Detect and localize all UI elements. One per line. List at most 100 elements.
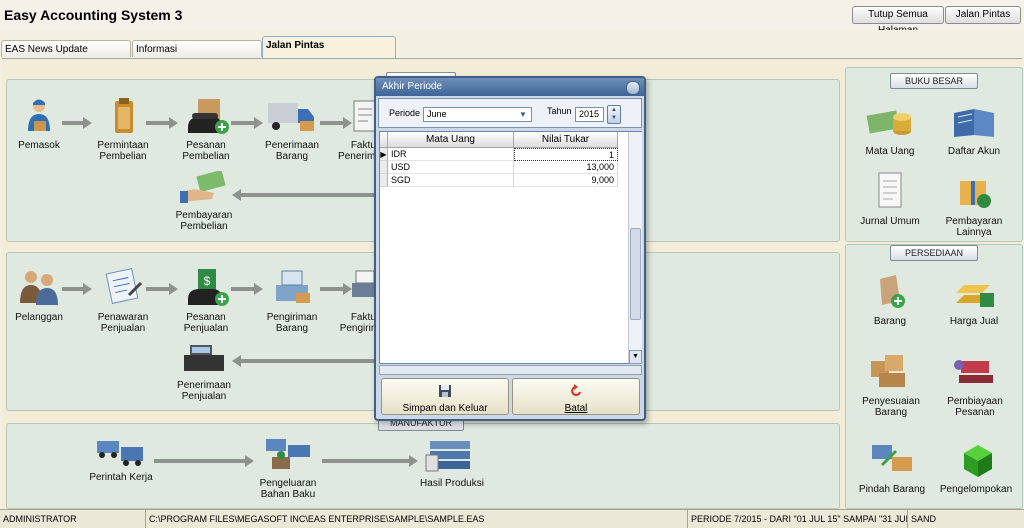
grouping-shortcut[interactable]: Pengelompokan <box>938 439 1014 495</box>
order-costing-shortcut[interactable]: Pembiayaan Pesanan <box>932 351 1018 418</box>
currency-shortcut[interactable]: Mata Uang <box>854 103 926 157</box>
grid-vertical-scrollbar[interactable]: ▼ <box>628 132 642 364</box>
status-bar: ADMINISTRATOR C:\PROGRAM FILES\MEGASOFT … <box>0 509 1024 528</box>
grid-cell-currency[interactable]: SGD <box>388 174 514 187</box>
tab-news-update[interactable]: EAS News Update <box>1 40 131 57</box>
currency-label: Mata Uang <box>865 146 915 157</box>
item-label: Barang <box>873 316 907 327</box>
dialog-close-icon[interactable] <box>626 81 640 95</box>
grid-corner <box>380 132 388 148</box>
stock-adjustment-label: Penyesuaian Barang <box>862 396 920 418</box>
close-all-pages-button[interactable]: Tutup Semua Halaman <box>852 6 944 36</box>
chevron-down-icon[interactable]: ▼ <box>517 108 529 121</box>
inventory-panel-title: PERSEDIAAN <box>890 245 978 261</box>
cancel-button[interactable]: Batal <box>512 378 640 415</box>
goods-receipt-label-2: Barang <box>275 151 309 162</box>
delivery-shortcut[interactable]: Pengiriman Barang <box>256 267 328 334</box>
shortcuts-button[interactable]: Jalan Pintas <box>945 6 1021 24</box>
production-output-shortcut[interactable]: Hasil Produksi <box>412 435 492 489</box>
item-shortcut[interactable]: Barang <box>854 271 926 327</box>
purchase-order-label-2: Pembelian <box>182 151 230 162</box>
tab-jalan-pintas[interactable]: Jalan Pintas <box>262 36 396 58</box>
grid-cell-rate[interactable]: 9,000 <box>514 174 618 187</box>
year-spinner-icon[interactable]: ▲ ▼ <box>607 105 621 124</box>
sales-order-label-2: Penjualan <box>183 323 229 334</box>
svg-text:$: $ <box>204 274 211 288</box>
dialog-title-bar[interactable]: Akhir Periode <box>376 78 644 96</box>
delivery-label-1: Pengiriman <box>266 312 318 323</box>
current-row-indicator-icon: ▶ <box>380 148 388 161</box>
save-and-exit-button[interactable]: Simpan dan Keluar <box>381 378 509 415</box>
flow-arrow <box>146 283 178 295</box>
period-select[interactable]: June ▼ <box>423 107 532 122</box>
grid-cell-rate[interactable]: 1 <box>514 148 618 161</box>
flow-arrow <box>322 455 418 467</box>
transfer-icon <box>872 445 912 471</box>
phone-money-icon: $ <box>188 269 229 306</box>
tab-informasi[interactable]: Informasi <box>132 40 262 57</box>
purchase-order-shortcut[interactable]: Pesanan Pembelian <box>173 97 239 162</box>
sales-quote-shortcut[interactable]: Penawaran Penjualan <box>88 267 158 334</box>
dialog-title: Akhir Periode <box>382 81 443 92</box>
ledger-panel-title: BUKU BESAR <box>890 73 978 89</box>
chart-of-accounts-shortcut[interactable]: Daftar Akun <box>934 103 1014 157</box>
order-costing-label: Pembiayaan Pesanan <box>947 396 1003 418</box>
green-cube-icon <box>964 445 992 477</box>
goods-receipt-shortcut[interactable]: Penerimaan Barang <box>257 97 327 162</box>
gift-payment-icon <box>960 181 991 208</box>
production-output-label: Hasil Produksi <box>420 478 484 489</box>
exchange-rate-grid: Mata Uang Nilai Tukar ▶ IDR 1 USD 13,000… <box>379 131 642 364</box>
sales-order-label-1: Pesanan <box>186 312 226 323</box>
column-header-rate[interactable]: Nilai Tukar <box>514 132 618 148</box>
save-and-exit-label: Simpan dan Keluar <box>402 403 488 414</box>
general-journal-shortcut[interactable]: Jurnal Umum <box>854 171 926 227</box>
sales-order-shortcut[interactable]: $ Pesanan Penjualan <box>173 267 239 334</box>
money-coins-icon <box>866 110 911 135</box>
purchase-payment-label-2: Pembelian <box>180 221 228 232</box>
row-header <box>380 161 388 174</box>
app-title: Easy Accounting System 3 <box>4 7 183 23</box>
general-journal-label: Jurnal Umum <box>860 216 920 227</box>
machinery-icon <box>266 439 310 469</box>
scroll-down-icon[interactable]: ▼ <box>629 350 642 364</box>
item-bag-icon <box>880 275 905 308</box>
grid-cell-currency[interactable]: IDR <box>388 148 514 161</box>
flow-arrow <box>62 283 92 295</box>
flow-arrow <box>231 117 263 129</box>
material-issue-label-2: Bahan Baku <box>260 489 316 500</box>
purchase-order-label-1: Pesanan <box>186 140 226 151</box>
material-issue-label-1: Pengeluaran <box>259 478 317 489</box>
clipboard-icon <box>115 98 133 133</box>
column-header-currency[interactable]: Mata Uang <box>388 132 514 148</box>
other-payment-label: Pembayaran Lainnya <box>945 216 1003 238</box>
scrollbar-thumb[interactable] <box>630 228 641 320</box>
item-transfer-label: Pindah Barang <box>858 484 926 495</box>
grid-cell-rate[interactable]: 13,000 <box>514 161 618 174</box>
grid-horizontal-scrollbar[interactable] <box>379 365 642 375</box>
customer-shortcut[interactable]: Pelanggan <box>6 267 72 323</box>
sales-receipt-shortcut[interactable]: Penerimaan Penjualan <box>170 341 238 402</box>
supplier-label: Pemasok <box>18 140 60 151</box>
status-file-path: C:\PROGRAM FILES\MEGASOFT INC\EAS ENTERP… <box>146 510 688 528</box>
grid-cell-currency[interactable]: USD <box>388 161 514 174</box>
work-order-shortcut[interactable]: Perintah Kerja <box>82 435 160 483</box>
year-label: Tahun <box>547 106 572 116</box>
item-transfer-shortcut[interactable]: Pindah Barang <box>854 439 930 495</box>
customers-icon <box>20 271 58 305</box>
purchase-request-shortcut[interactable]: Permintaan Pembelian <box>90 97 156 162</box>
other-payment-shortcut[interactable]: Pembayaran Lainnya <box>930 171 1018 238</box>
flow-arrow <box>146 117 178 129</box>
phone-order-icon <box>188 99 229 134</box>
cancel-label: Batal <box>564 403 588 414</box>
material-issue-shortcut[interactable]: Pengeluaran Bahan Baku <box>250 435 326 500</box>
purchase-payment-shortcut[interactable]: Pembayaran Pembelian <box>170 169 238 232</box>
sales-quote-label-1: Penawaran <box>97 312 149 323</box>
boxes-icon <box>871 355 905 387</box>
flow-arrow-return <box>232 189 376 201</box>
selling-price-shortcut[interactable]: Harga Jual <box>936 271 1012 327</box>
register-icon <box>184 345 224 371</box>
year-input[interactable]: 2015 <box>575 107 604 122</box>
delivery-label-2: Barang <box>275 323 309 334</box>
purchase-request-label-1: Permintaan <box>97 140 149 151</box>
stock-adjustment-shortcut[interactable]: Penyesuaian Barang <box>850 351 932 418</box>
